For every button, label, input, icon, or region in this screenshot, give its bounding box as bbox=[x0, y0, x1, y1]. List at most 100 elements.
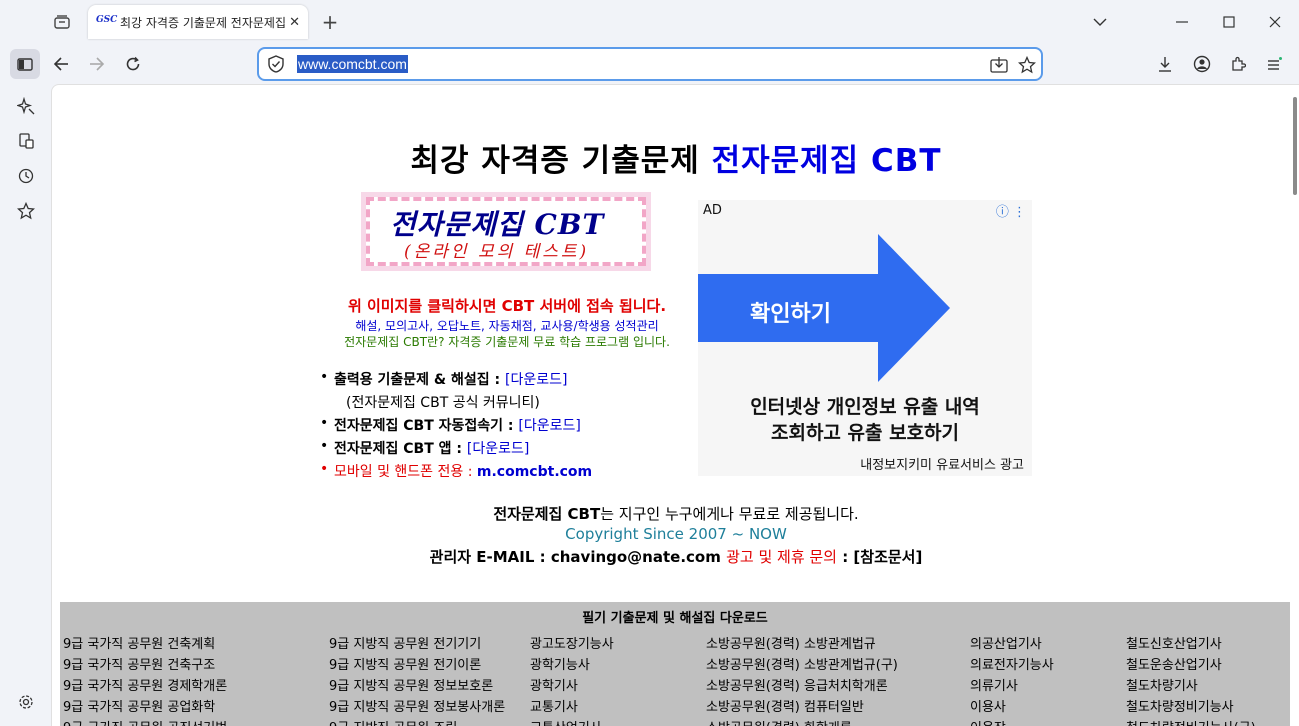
exam-link[interactable]: 9급 지방직 공무원 조림 bbox=[329, 717, 505, 726]
browser-sidebar bbox=[0, 84, 51, 726]
exam-link[interactable]: 소방공무원(경력) 소방관계법규(구) bbox=[706, 654, 898, 675]
mobile-site-link[interactable]: m.comcbt.com bbox=[477, 464, 592, 480]
list-item: 출력용 기출문제 & 해설집 : [다운로드] bbox=[320, 369, 592, 392]
exam-link[interactable]: 광학기능사 bbox=[530, 654, 614, 675]
exam-link[interactable]: 교통기사 bbox=[530, 696, 614, 717]
list-item: 전자문제집 CBT 자동접속기 : [다운로드] bbox=[320, 415, 592, 438]
page-title: 최강 자격증 기출문제 전자문제집 CBT bbox=[52, 135, 1299, 180]
exam-link[interactable]: 소방공무원(경력) 응급처치학개론 bbox=[706, 675, 898, 696]
exam-link[interactable]: 9급 국가직 공무원 공업화학 bbox=[63, 696, 227, 717]
click-instruction: 위 이미지를 클릭하시면 CBT 서버에 접속 됩니다. bbox=[347, 297, 667, 315]
download-table: 필기 기출문제 및 해설집 다운로드 9급 국가직 공무원 건축계획 9급 국가… bbox=[60, 602, 1290, 726]
list-item: (전자문제집 CBT 공식 커뮤니티) bbox=[320, 392, 592, 415]
download-column-4: 소방공무원(경력) 소방관계법규 소방공무원(경력) 소방관계법규(구) 소방공… bbox=[706, 633, 898, 726]
exam-link[interactable]: 광고도장기능사 bbox=[530, 633, 614, 654]
exam-link[interactable]: 9급 지방직 공무원 전기기기 bbox=[329, 633, 505, 654]
account-icon[interactable] bbox=[1187, 49, 1217, 79]
title-bar: GSC 최강 자격증 기출문제 전자문제집 ✕ + bbox=[0, 0, 1299, 44]
tab-list-chevron-down-icon[interactable] bbox=[1086, 8, 1114, 36]
list-item: 전자문제집 CBT 앱 : [다운로드] bbox=[320, 438, 592, 461]
exam-link[interactable]: 의류기사 bbox=[970, 675, 1054, 696]
app-download-link[interactable]: [다운로드] bbox=[467, 441, 529, 457]
navigation-bar: www.comcbt.com bbox=[0, 44, 1299, 84]
list-item: 모바일 및 핸드폰 전용 : m.comcbt.com bbox=[320, 461, 592, 484]
exam-link[interactable]: 이용사 bbox=[970, 696, 1054, 717]
new-tab-button[interactable]: + bbox=[318, 10, 342, 34]
ad-sponsor: 내정보지키미 유료서비스 광고 bbox=[860, 458, 1024, 473]
shield-icon[interactable] bbox=[267, 55, 285, 73]
auto-connector-label: 전자문제집 CBT 자동접속기 : bbox=[334, 418, 519, 434]
maximize-button[interactable] bbox=[1215, 8, 1243, 36]
cbt-logo-banner[interactable]: 전자문제집 CBT (온라인 모의 테스트) bbox=[361, 192, 651, 271]
tab-title: 최강 자격증 기출문제 전자문제집 bbox=[120, 15, 286, 30]
browser-tab-active[interactable]: GSC 최강 자격증 기출문제 전자문제집 ✕ bbox=[88, 5, 308, 39]
exam-link[interactable]: 이용장 bbox=[970, 717, 1054, 726]
bookmark-star-icon[interactable] bbox=[1017, 55, 1037, 75]
exam-link[interactable]: 광학기사 bbox=[530, 675, 614, 696]
exam-link[interactable]: 소방공무원(경력) 소방관계법규 bbox=[706, 633, 898, 654]
free-notice-rest: 는 지구인 누구에게나 무료로 제공됩니다. bbox=[600, 505, 859, 523]
ad-inquiry-link[interactable]: 광고 및 제휴 문의 bbox=[726, 548, 837, 566]
exam-link[interactable]: 의료전자기능사 bbox=[970, 654, 1054, 675]
exam-link[interactable]: 9급 국가직 공무원 건축계획 bbox=[63, 633, 227, 654]
exam-link[interactable]: 소방공무원(경력) 화학개론 bbox=[706, 717, 898, 726]
menu-icon[interactable] bbox=[1259, 49, 1289, 79]
ad-confirm-button[interactable]: 확인하기 bbox=[750, 296, 831, 328]
settings-gear-icon[interactable] bbox=[13, 689, 39, 715]
download-column-2: 9급 지방직 공무원 전기기기 9급 지방직 공무원 전기이론 9급 지방직 공… bbox=[329, 633, 505, 726]
back-arrow-icon[interactable] bbox=[46, 49, 76, 79]
download-table-heading: 필기 기출문제 및 해설집 다운로드 bbox=[582, 611, 768, 626]
page-title-cbt: 전자문제집 CBT bbox=[711, 143, 942, 179]
downloads-icon[interactable] bbox=[1150, 49, 1180, 79]
ad-info-icon[interactable]: ⓘ ⋮ bbox=[996, 201, 1026, 220]
community-link[interactable]: (전자문제집 CBT 공식 커뮤니티) bbox=[346, 395, 540, 411]
page-title-main: 최강 자격증 기출문제 bbox=[410, 143, 712, 179]
reference-doc-link[interactable]: : [참조문서] bbox=[837, 548, 922, 566]
exam-link[interactable]: 소방공무원(경력) 컴퓨터일반 bbox=[706, 696, 898, 717]
url-text[interactable]: www.comcbt.com bbox=[297, 55, 408, 73]
close-window-button[interactable] bbox=[1261, 8, 1289, 36]
print-download-link[interactable]: [다운로드] bbox=[505, 372, 567, 388]
auto-connector-download-link[interactable]: [다운로드] bbox=[518, 418, 580, 434]
exam-link[interactable]: 철도차량정비기능사(구) bbox=[1126, 717, 1256, 726]
exam-link[interactable]: 철도차량정비기능사 bbox=[1126, 696, 1256, 717]
history-clock-icon[interactable] bbox=[13, 163, 39, 189]
exam-link[interactable]: 교통산업기사 bbox=[530, 717, 614, 726]
exam-link[interactable]: 철도신호산업기사 bbox=[1126, 633, 1256, 654]
extensions-icon[interactable] bbox=[1223, 49, 1253, 79]
install-app-icon[interactable] bbox=[989, 55, 1009, 75]
exam-link[interactable]: 의공산업기사 bbox=[970, 633, 1054, 654]
sidebar-toggle-icon[interactable] bbox=[10, 49, 40, 79]
tab-overview-icon[interactable] bbox=[48, 8, 76, 36]
free-service-notice: 전자문제집 CBT는 지구인 누구에게나 무료로 제공됩니다. bbox=[52, 503, 1299, 524]
free-notice-bold: 전자문제집 CBT bbox=[493, 505, 601, 523]
exam-link[interactable]: 9급 지방직 공무원 정보봉사개론 bbox=[329, 696, 505, 717]
ai-sparkle-icon[interactable] bbox=[13, 93, 39, 119]
cbt-logo-frame: 전자문제집 CBT (온라인 모의 테스트) bbox=[366, 197, 646, 266]
bookmarks-star-icon[interactable] bbox=[13, 198, 39, 224]
forward-arrow-icon[interactable] bbox=[82, 49, 112, 79]
logo-sub-text: (온라인 모의 테스트) bbox=[404, 242, 590, 262]
exam-link[interactable]: 9급 지방직 공무원 전기이론 bbox=[329, 654, 505, 675]
download-column-1: 9급 국가직 공무원 건축계획 9급 국가직 공무원 건축구조 9급 국가직 공… bbox=[63, 633, 227, 726]
reload-icon[interactable] bbox=[118, 49, 148, 79]
exam-link[interactable]: 철도운송산업기사 bbox=[1126, 654, 1256, 675]
synced-tabs-icon[interactable] bbox=[13, 128, 39, 154]
page-content: 최강 자격증 기출문제 전자문제집 CBT 전자문제집 CBT (온라인 모의 … bbox=[51, 84, 1299, 726]
ad-banner[interactable]: AD ⓘ ⋮ 확인하기 인터넷상 개인정보 유출 내역 조회하고 유출 보호하기… bbox=[698, 200, 1032, 476]
download-column-6: 철도신호산업기사 철도운송산업기사 철도차량기사 철도차량정비기능사 철도차량정… bbox=[1126, 633, 1256, 726]
exam-link[interactable]: 9급 국가직 공무원 경제학개론 bbox=[63, 675, 227, 696]
cbt-description: 전자문제집 CBT란? 자격증 기출문제 무료 학습 프로그램 입니다. bbox=[344, 335, 670, 349]
exam-link[interactable]: 9급 지방직 공무원 정보보호론 bbox=[329, 675, 505, 696]
admin-email: 관리자 E-MAIL : chavingo@nate.com bbox=[429, 548, 727, 566]
copyright: Copyright Since 2007 ~ NOW bbox=[565, 525, 787, 543]
exam-link[interactable]: 9급 국가직 공무원 공직선거법 bbox=[63, 717, 227, 726]
exam-link[interactable]: 철도차량기사 bbox=[1126, 675, 1256, 696]
address-bar[interactable]: www.comcbt.com bbox=[257, 47, 1043, 81]
minimize-button[interactable] bbox=[1168, 8, 1196, 36]
contact-line: 관리자 E-MAIL : chavingo@nate.com 광고 및 제휴 문… bbox=[52, 546, 1299, 567]
print-download-label: 출력용 기출문제 & 해설집 : bbox=[334, 372, 505, 388]
download-links-list: 출력용 기출문제 & 해설집 : [다운로드] (전자문제집 CBT 공식 커뮤… bbox=[320, 369, 592, 484]
exam-link[interactable]: 9급 국가직 공무원 건축구조 bbox=[63, 654, 227, 675]
tab-close-icon[interactable]: ✕ bbox=[289, 15, 300, 30]
